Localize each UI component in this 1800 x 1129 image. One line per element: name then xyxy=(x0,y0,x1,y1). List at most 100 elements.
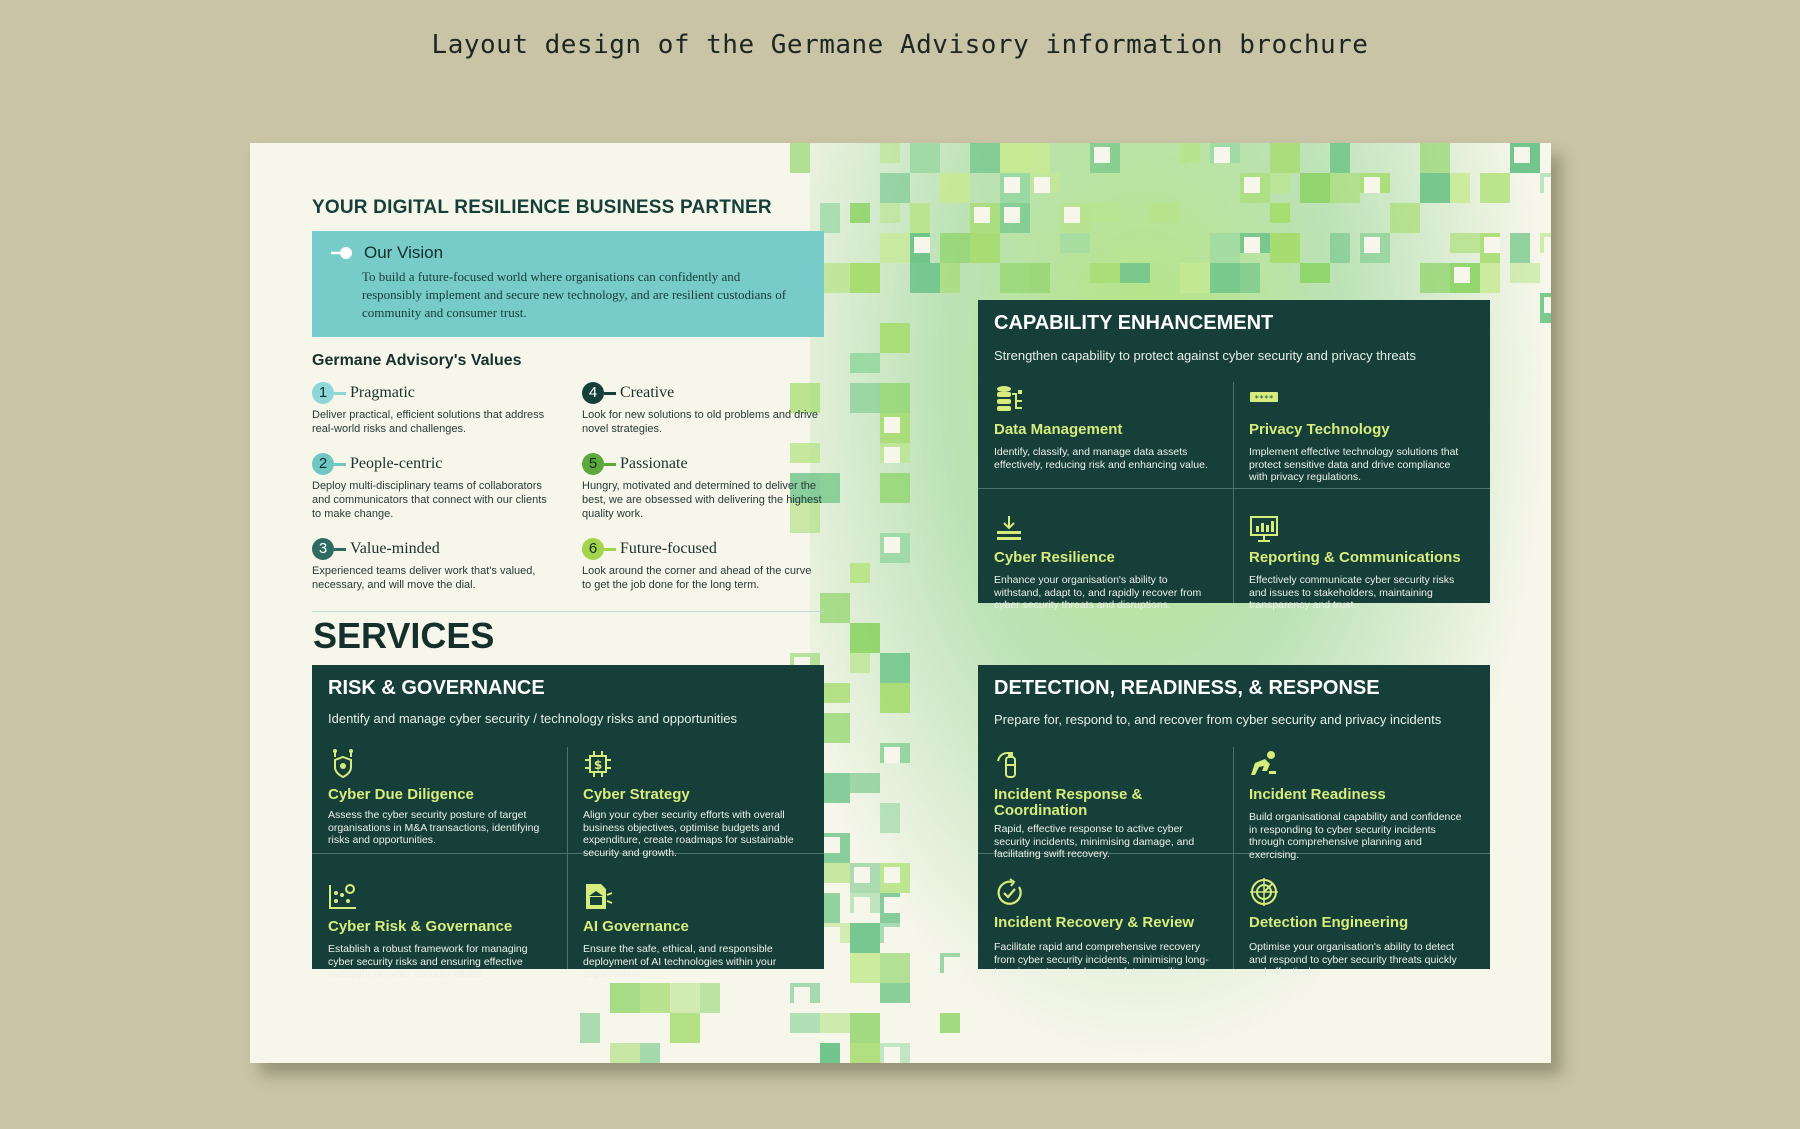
pixel-tile-highlight xyxy=(974,207,990,223)
pixel-tile xyxy=(1300,263,1330,283)
pixel-tile xyxy=(940,263,960,293)
value-title: Pragmatic xyxy=(350,384,415,401)
pixel-tile xyxy=(850,623,880,653)
pixel-tile xyxy=(820,683,850,703)
pixel-tile xyxy=(880,473,910,503)
pixel-tile-highlight xyxy=(794,987,810,1003)
pixel-tile xyxy=(790,143,810,173)
pixel-tile xyxy=(790,1013,820,1033)
pixel-tile xyxy=(640,1043,660,1063)
pixel-tile xyxy=(910,203,930,233)
pixel-tile xyxy=(640,983,670,1013)
service-cyber-risk-governance: Cyber Risk & Governance Establish a robu… xyxy=(312,884,567,980)
pixel-tile xyxy=(850,383,880,413)
fire-extinguisher-icon xyxy=(997,752,1016,778)
pixel-tile-highlight xyxy=(1004,177,1020,193)
recovery-check-icon xyxy=(997,878,1022,905)
pixel-tile xyxy=(1000,263,1030,293)
panel-subtitle: Identify and manage cyber security / tec… xyxy=(328,711,738,726)
pixel-tile xyxy=(1270,173,1290,193)
key-icon xyxy=(331,247,352,259)
pixel-tile xyxy=(850,263,880,293)
pixel-tile xyxy=(850,953,880,983)
service-ai-governance: AI Governance Ensure the safe, ethical, … xyxy=(567,884,824,980)
pixel-tile xyxy=(880,383,910,413)
pixel-tile xyxy=(880,323,910,353)
radar-target-icon xyxy=(1250,878,1278,906)
runner-ready-icon xyxy=(1251,751,1276,775)
pixel-tile-highlight xyxy=(884,867,900,883)
panel-title: RISK & GOVERNANCE xyxy=(328,677,545,699)
pixel-tile xyxy=(820,473,840,503)
services-title: SERVICES xyxy=(313,615,495,656)
pixel-tile xyxy=(850,1013,880,1043)
pixel-tile xyxy=(700,983,720,1013)
pixel-tile xyxy=(850,923,880,953)
pixel-tile-highlight xyxy=(1364,237,1380,253)
service-text: Identify, classify, and manage data asse… xyxy=(994,446,1208,471)
service-title: Incident Recovery & Review xyxy=(994,914,1195,931)
svg-text:****: **** xyxy=(1254,394,1273,403)
pixel-tile-highlight xyxy=(1454,267,1470,283)
panel-title: CAPABILITY ENHANCEMENT xyxy=(994,312,1274,334)
main-heading: YOUR DIGITAL RESILIENCE BUSINESS PARTNER xyxy=(312,197,772,218)
value-item-passionate: 5 Passionate Hungry, motivated and deter… xyxy=(582,451,822,521)
pixel-tile xyxy=(1150,203,1180,223)
service-privacy-technology: **** Privacy Technology Implement effect… xyxy=(1233,384,1490,484)
value-item-pragmatic: 1 Pragmatic Deliver practical, efficient… xyxy=(312,380,552,436)
service-incident-response-coordination: Incident Response & Coordination Rapid, … xyxy=(978,749,1233,860)
pixel-tile xyxy=(820,773,850,803)
pixel-tile xyxy=(1240,263,1260,293)
service-text: Ensure the safe, ethical, and responsibl… xyxy=(583,943,777,980)
pixel-tile-highlight xyxy=(884,927,900,943)
pixel-tile xyxy=(880,983,910,1003)
presentation-chart-icon xyxy=(1250,516,1278,542)
value-number-badge: 6 xyxy=(582,538,604,560)
database-icon xyxy=(997,386,1022,411)
pixel-tile-highlight xyxy=(1544,177,1551,193)
value-title: Value-minded xyxy=(350,540,440,557)
pixel-tile xyxy=(580,1013,600,1043)
service-reporting-communications: Reporting & Communications Effectively c… xyxy=(1233,516,1490,611)
pixel-tile xyxy=(1450,173,1470,203)
service-text: Implement effective technology solutions… xyxy=(1249,446,1459,483)
service-cyber-resilience: Cyber Resilience Enhance your organisati… xyxy=(978,516,1233,611)
pixel-tile xyxy=(970,143,1000,173)
pixel-tile xyxy=(670,983,700,1013)
pixel-tile xyxy=(1330,173,1360,203)
svg-text:$: $ xyxy=(594,758,602,772)
pixel-tile-highlight xyxy=(884,897,900,913)
pixel-tile-highlight xyxy=(1484,237,1500,253)
pixel-tile xyxy=(820,1043,840,1063)
service-cyber-strategy: $ Cyber Strategy Align your cyber securi… xyxy=(567,749,824,859)
pixel-tile-highlight xyxy=(1094,147,1110,163)
pixel-tile xyxy=(1210,263,1240,293)
service-title: Incident Response & Coordination xyxy=(994,786,1143,819)
service-title: Privacy Technology xyxy=(1249,421,1390,438)
value-item-creative: 4 Creative Look for new solutions to old… xyxy=(582,380,822,436)
shield-network-icon xyxy=(333,749,353,779)
pixel-tile xyxy=(940,173,970,203)
pixel-tile xyxy=(940,233,970,263)
vision-box: Our Vision To build a future-focused wor… xyxy=(312,231,824,337)
service-title: Cyber Risk & Governance xyxy=(328,918,513,935)
pixel-tile xyxy=(1330,143,1350,173)
pixel-tile-highlight xyxy=(944,957,960,973)
page-caption: Layout design of the Germane Advisory in… xyxy=(431,30,1369,60)
value-number-badge: 3 xyxy=(312,538,334,560)
pixel-tile xyxy=(1270,143,1300,173)
pixel-tile xyxy=(1030,143,1050,173)
service-title: Cyber Strategy xyxy=(583,786,690,803)
service-detection-engineering: Detection Engineering Optimise your orga… xyxy=(1233,878,1490,978)
pixel-tile xyxy=(910,263,940,293)
value-number-badge: 1 xyxy=(312,382,334,404)
pixel-tile xyxy=(610,1043,640,1063)
pixel-tile xyxy=(880,173,910,203)
pixel-tile xyxy=(1120,263,1150,283)
value-text: Look around the corner and ahead of the … xyxy=(582,565,812,591)
pixel-tile-highlight xyxy=(1514,147,1530,163)
service-title: AI Governance xyxy=(583,918,689,935)
dashboard-chart-icon xyxy=(329,884,356,909)
pixel-tile xyxy=(1030,263,1050,293)
section-divider xyxy=(312,611,824,612)
